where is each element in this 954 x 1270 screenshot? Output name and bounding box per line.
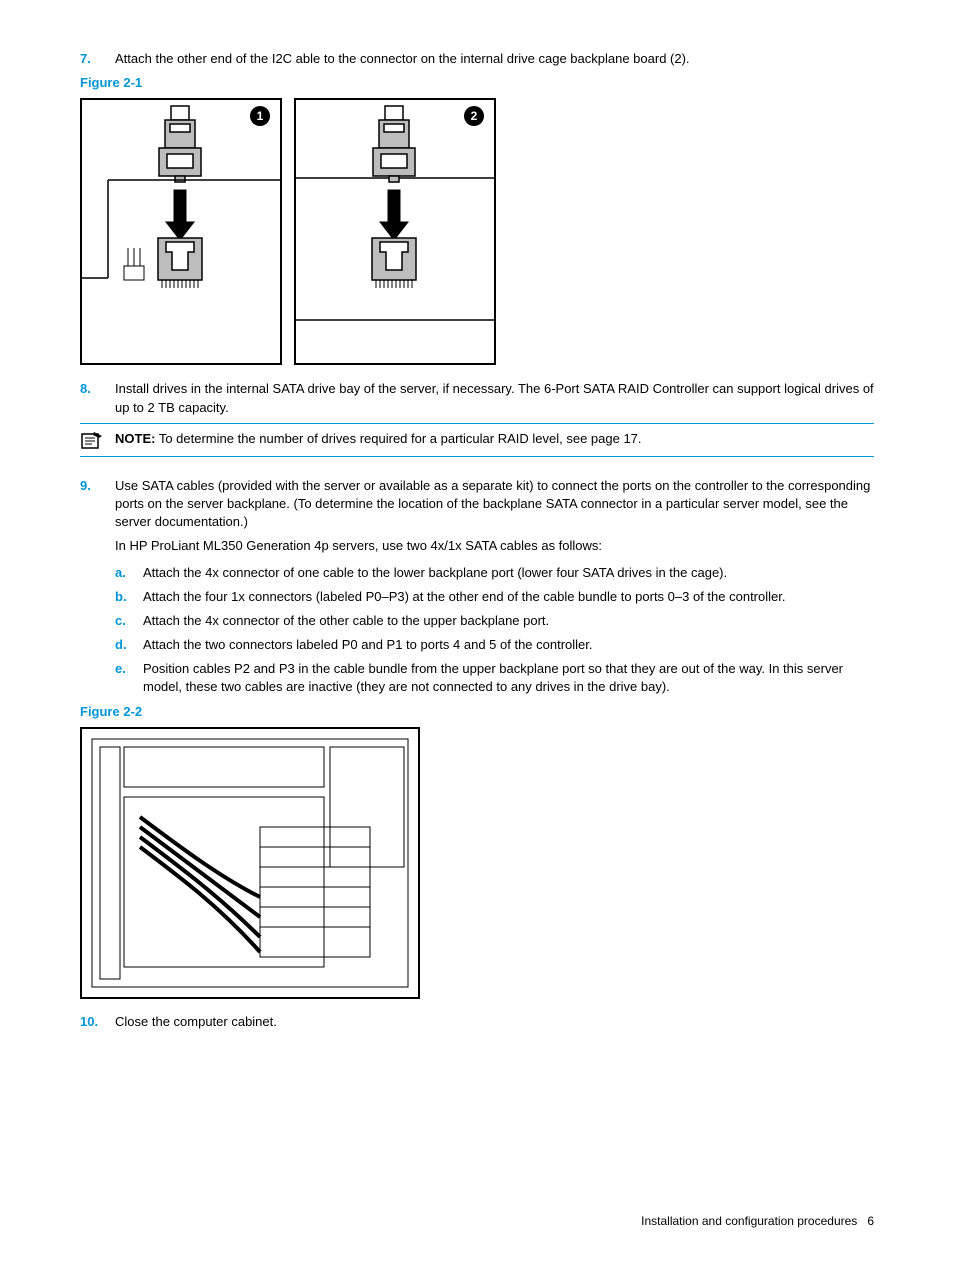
- step-text: Install drives in the internal SATA driv…: [115, 380, 874, 416]
- step-number: 8.: [80, 380, 115, 416]
- step-7: 7. Attach the other end of the I2C able …: [80, 50, 874, 68]
- figure-2-1: 1: [80, 98, 874, 366]
- sub-text: Attach the 4x connector of one cable to …: [143, 564, 874, 582]
- sub-step-e: e. Position cables P2 and P3 in the cabl…: [80, 660, 874, 696]
- sub-step-d: d. Attach the two connectors labeled P0 …: [80, 636, 874, 654]
- sub-text: Attach the four 1x connectors (labeled P…: [143, 588, 874, 606]
- figure-2-1-label: Figure 2-1: [80, 74, 874, 92]
- svg-text:2: 2: [471, 109, 478, 123]
- sub-number: b.: [115, 588, 143, 606]
- svg-text:1: 1: [257, 109, 264, 123]
- page-footer: Installation and configuration procedure…: [641, 1213, 874, 1230]
- step-9: 9. Use SATA cables (provided with the se…: [80, 477, 874, 532]
- sub-number: e.: [115, 660, 143, 696]
- sub-text: Attach the 4x connector of the other cab…: [143, 612, 874, 630]
- note-body: To determine the number of drives requir…: [155, 431, 641, 446]
- figure-2-2-label: Figure 2-2: [80, 703, 874, 721]
- note-label: NOTE:: [115, 431, 155, 446]
- sub-number: a.: [115, 564, 143, 582]
- step-10: 10. Close the computer cabinet.: [80, 1013, 874, 1031]
- sub-text: Position cables P2 and P3 in the cable b…: [143, 660, 874, 696]
- note-text: NOTE: To determine the number of drives …: [115, 430, 874, 448]
- step-number: 7.: [80, 50, 115, 68]
- step-8: 8. Install drives in the internal SATA d…: [80, 380, 874, 416]
- sub-step-b: b. Attach the four 1x connectors (labele…: [80, 588, 874, 606]
- step-text: Attach the other end of the I2C able to …: [115, 50, 874, 68]
- step-text: Use SATA cables (provided with the serve…: [115, 477, 874, 532]
- step-number: 10.: [80, 1013, 115, 1031]
- step-9-para2: In HP ProLiant ML350 Generation 4p serve…: [80, 537, 874, 555]
- sub-step-a: a. Attach the 4x connector of one cable …: [80, 564, 874, 582]
- step-number: 9.: [80, 477, 115, 532]
- sub-text: Attach the two connectors labeled P0 and…: [143, 636, 874, 654]
- step-text: Close the computer cabinet.: [115, 1013, 874, 1031]
- sub-step-c: c. Attach the 4x connector of the other …: [80, 612, 874, 630]
- footer-section: Installation and configuration procedure…: [641, 1214, 857, 1228]
- note-block: NOTE: To determine the number of drives …: [80, 423, 874, 457]
- sub-number: c.: [115, 612, 143, 630]
- note-icon: [80, 430, 115, 450]
- footer-page: 6: [867, 1214, 874, 1228]
- sub-number: d.: [115, 636, 143, 654]
- figure-2-2: [80, 727, 874, 999]
- sub-steps: a. Attach the 4x connector of one cable …: [80, 564, 874, 697]
